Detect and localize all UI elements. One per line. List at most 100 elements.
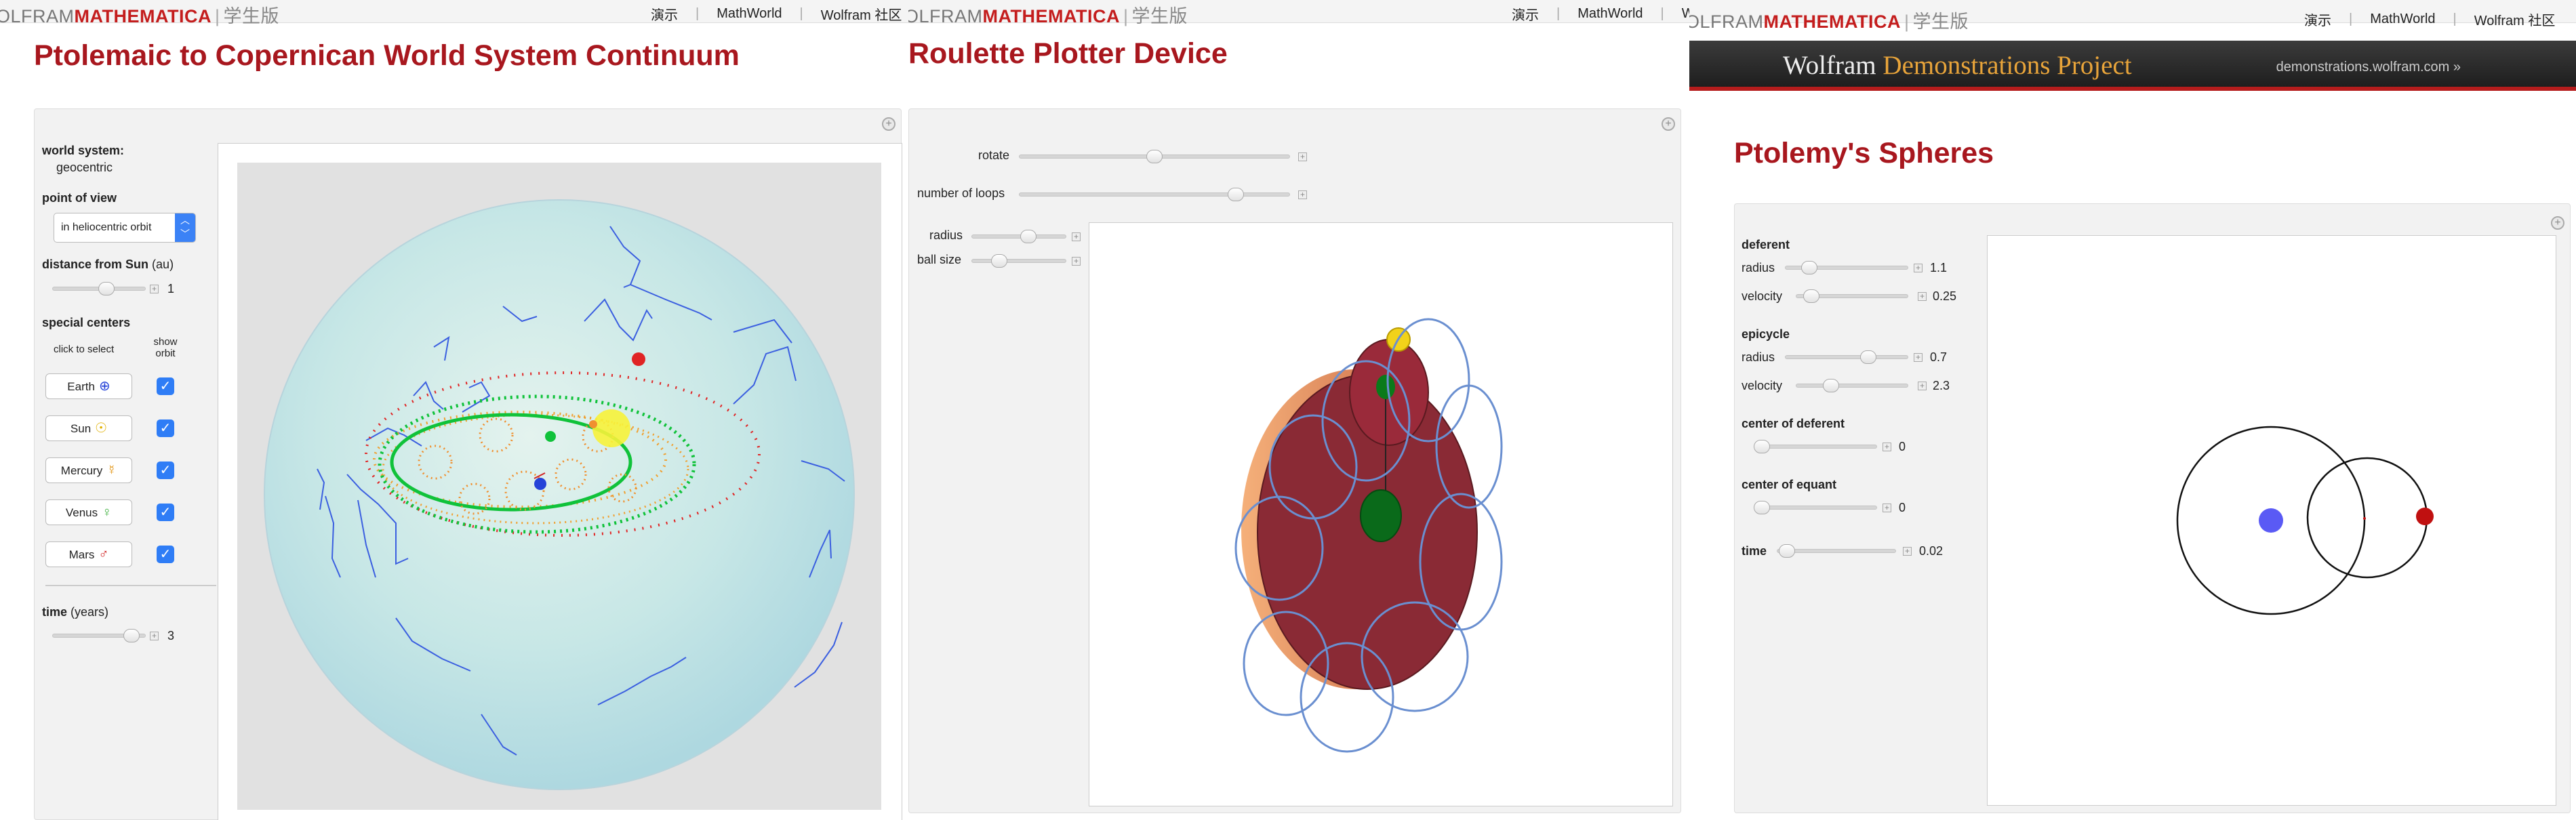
- slider-thumb[interactable]: [1146, 150, 1163, 163]
- slider-thumb[interactable]: [98, 282, 115, 295]
- slider-thumb[interactable]: [1822, 379, 1839, 392]
- page-title: Ptolemy's Spheres: [1734, 137, 1994, 169]
- nav-community[interactable]: Wolfram 社区: [2474, 9, 2556, 29]
- venus-orbit-checkbox[interactable]: ✓: [157, 504, 174, 521]
- expand-small-icon[interactable]: +: [1918, 382, 1927, 390]
- mercury-orbit-checkbox[interactable]: ✓: [157, 462, 174, 479]
- deferent-label: deferent: [1742, 238, 1790, 251]
- epicycle-circle: [2306, 457, 2428, 579]
- nav-community[interactable]: Wolfram 社区: [821, 4, 902, 24]
- mathematica-logo[interactable]: OLFRAMMATHEMATICA | 学生版: [908, 1, 1188, 28]
- epicycle-label: epicycle: [1742, 327, 1790, 341]
- venus-button[interactable]: Venus ♀: [45, 499, 132, 525]
- banner-link[interactable]: demonstrations.wolfram.com »: [2276, 60, 2461, 75]
- rotate-label: rotate: [978, 148, 1010, 162]
- expand-icon[interactable]: +: [882, 117, 895, 131]
- expand-small-icon[interactable]: +: [1914, 353, 1923, 362]
- point-of-view-dropdown[interactable]: in heliocentric orbit ︿ ﹀: [54, 213, 196, 243]
- expand-small-icon[interactable]: +: [1883, 504, 1891, 512]
- page-title: Roulette Plotter Device: [908, 37, 1228, 70]
- expand-small-icon[interactable]: +: [1072, 257, 1081, 266]
- epi-radius-slider[interactable]: [1785, 350, 1908, 364]
- time-slider[interactable]: [1777, 544, 1896, 558]
- radius-slider[interactable]: [971, 230, 1066, 243]
- demo-frame: + world system: geocentric point of view…: [34, 108, 902, 820]
- slider-thumb[interactable]: [1803, 289, 1820, 303]
- nav-community[interactable]: W: [1682, 6, 1689, 22]
- earth-button[interactable]: Earth ⊕: [45, 373, 132, 399]
- banner-title[interactable]: Wolfram Demonstrations Project: [1783, 50, 2132, 81]
- roulette-plotter-window: OLFRAMMATHEMATICA | 学生版 演示 | MathWorld | W R…: [908, 0, 1689, 820]
- center-of-deferent-label: center of deferent: [1742, 417, 1845, 430]
- expand-small-icon[interactable]: +: [1883, 443, 1891, 451]
- mercury-button[interactable]: Mercury ☿: [45, 457, 132, 483]
- expand-small-icon[interactable]: +: [1914, 264, 1923, 272]
- nav-demos[interactable]: 演示: [2304, 9, 2331, 29]
- ball-size-slider[interactable]: [971, 254, 1066, 268]
- mars-orbit-checkbox[interactable]: ✓: [157, 546, 174, 563]
- mathematica-logo[interactable]: OLFRAMMATHEMATICA | 学生版: [1689, 7, 1969, 33]
- nav-mathworld[interactable]: MathWorld: [717, 6, 782, 22]
- slider-thumb[interactable]: [1754, 440, 1770, 453]
- nav-demos[interactable]: 演示: [651, 4, 678, 24]
- top-bar: OLFRAMMATHEMATICA | 学生版 演示 | MathWorld | Wol…: [0, 0, 908, 26]
- graphics-area: [218, 143, 902, 820]
- expand-small-icon[interactable]: +: [1298, 190, 1307, 199]
- time-label: time: [1742, 544, 1767, 558]
- slider-thumb[interactable]: [1859, 350, 1876, 364]
- slider-thumb[interactable]: [1020, 230, 1037, 243]
- epi-velocity-slider[interactable]: [1796, 379, 1908, 392]
- slider-thumb[interactable]: [1800, 261, 1817, 274]
- ball-size-label: ball size: [917, 253, 962, 266]
- radius-label: radius: [929, 228, 963, 242]
- center-of-equant-slider[interactable]: [1754, 501, 1877, 514]
- nav-demos[interactable]: 演示: [1512, 4, 1539, 24]
- earth-icon: ⊕: [98, 379, 110, 394]
- roulette-device-graphic[interactable]: [1089, 223, 1674, 807]
- nav-mathworld[interactable]: MathWorld: [1577, 6, 1643, 22]
- expand-icon[interactable]: +: [1662, 117, 1675, 131]
- expand-icon[interactable]: +: [2551, 216, 2564, 230]
- sun-icon: ☉: [95, 421, 108, 436]
- time-value: 0.02: [1919, 544, 1944, 558]
- expand-small-icon[interactable]: +: [150, 285, 159, 293]
- slider-thumb[interactable]: [991, 254, 1007, 268]
- ptolemy-spheres-graphic[interactable]: [1988, 236, 2557, 806]
- sun-orbit-checkbox[interactable]: ✓: [157, 419, 174, 437]
- expand-small-icon[interactable]: +: [1903, 547, 1912, 556]
- mars-button[interactable]: Mars ♂: [45, 541, 132, 567]
- mars-marker: [632, 352, 645, 366]
- top-nav: 演示 | MathWorld | W: [1512, 4, 1689, 24]
- ptolemy-spheres-window: OLFRAMMATHEMATICA | 学生版 演示 | MathWorld | Wol…: [1689, 0, 2576, 820]
- slider-thumb[interactable]: [1754, 501, 1770, 514]
- def-radius-slider[interactable]: [1785, 261, 1908, 274]
- loops-slider[interactable]: [1019, 188, 1290, 201]
- expand-small-icon[interactable]: +: [1298, 152, 1307, 161]
- def-velocity-slider[interactable]: [1796, 289, 1908, 303]
- ptolemaic-copernican-window: OLFRAMMATHEMATICA | 学生版 演示 | MathWorld | Wol…: [0, 0, 908, 820]
- slider-thumb[interactable]: [1779, 544, 1796, 558]
- point-of-view-value: in heliocentric orbit: [61, 222, 152, 233]
- nav-mathworld[interactable]: MathWorld: [2370, 12, 2435, 27]
- celestial-sphere-graphic[interactable]: [218, 144, 903, 820]
- special-centers-label: special centers: [42, 316, 131, 329]
- def-velocity-label: velocity: [1742, 289, 1783, 303]
- expand-small-icon[interactable]: +: [150, 632, 159, 640]
- def-velocity-value: 0.25: [1933, 289, 1957, 303]
- expand-small-icon[interactable]: +: [1072, 232, 1081, 241]
- slider-thumb[interactable]: [1228, 188, 1245, 201]
- epicycle-center: [2363, 517, 2366, 520]
- center-of-deferent-slider[interactable]: [1754, 440, 1877, 453]
- expand-small-icon[interactable]: +: [1918, 292, 1927, 301]
- demo-frame: + deferent radius + 1.1 velocity + 0.25 …: [1734, 203, 2571, 813]
- time-slider[interactable]: [52, 629, 146, 642]
- slider-thumb[interactable]: [123, 629, 140, 642]
- earth-orbit-checkbox[interactable]: ✓: [157, 377, 174, 395]
- sun-button[interactable]: Sun ☉: [45, 415, 132, 441]
- distance-slider[interactable]: [52, 282, 146, 295]
- epi-radius-label: radius: [1742, 350, 1775, 364]
- demonstrations-banner: Wolfram Demonstrations Project demonstra…: [1689, 41, 2576, 91]
- def-radius-label: radius: [1742, 261, 1775, 274]
- mathematica-logo[interactable]: OLFRAMMATHEMATICA | 学生版: [0, 1, 279, 28]
- rotate-slider[interactable]: [1019, 150, 1290, 163]
